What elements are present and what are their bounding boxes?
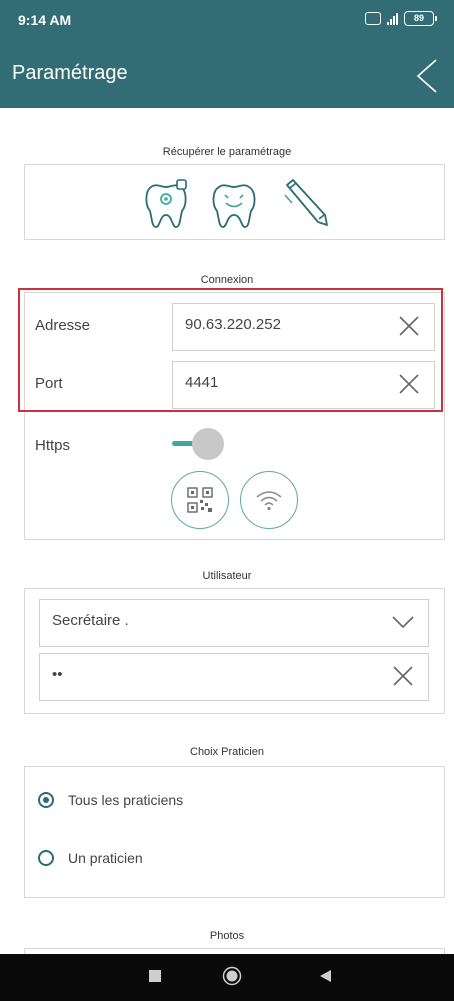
user-select-value: Secrétaire .: [52, 612, 129, 629]
https-label: Https: [35, 437, 71, 454]
section-title-photos: Photos: [209, 930, 245, 942]
tooth-smile-icon[interactable]: [209, 179, 259, 229]
back-chevron-icon[interactable]: [414, 58, 440, 94]
section-title-utilisateur: Utilisateur: [202, 570, 252, 582]
back-nav-icon[interactable]: [318, 969, 332, 983]
radio-label-un: Un praticien: [68, 850, 143, 866]
status-icons: 89: [365, 11, 437, 26]
tooth-scan-icon[interactable]: [143, 179, 189, 229]
recents-icon[interactable]: [148, 969, 162, 983]
chevron-down-icon: [392, 616, 414, 629]
connexion-highlight: [18, 288, 443, 412]
app-bar: Paramétrage: [0, 40, 454, 108]
volte-icon: [365, 12, 381, 25]
status-time: 9:14 AM: [18, 12, 72, 28]
utilisateur-card: Secrétaire . ••: [24, 588, 445, 714]
https-toggle[interactable]: [172, 426, 228, 462]
status-bar: 9:14 AM 89: [0, 0, 454, 40]
section-title-praticien: Choix Praticien: [190, 746, 264, 758]
qr-code-button[interactable]: [171, 471, 229, 529]
qr-code-icon: [187, 487, 213, 513]
radio-unchecked-icon[interactable]: [38, 850, 54, 866]
battery-icon: 89: [404, 11, 437, 26]
page-title: Paramétrage: [12, 62, 128, 84]
radio-option-tous[interactable]: Tous les praticiens: [38, 792, 183, 808]
wifi-button[interactable]: [240, 471, 298, 529]
password-value: ••: [52, 666, 63, 683]
section-title-connexion: Connexion: [200, 274, 254, 286]
section-title-recuperer: Récupérer le paramétrage: [162, 146, 292, 158]
password-input[interactable]: ••: [39, 653, 429, 701]
radio-option-un[interactable]: Un praticien: [38, 850, 143, 866]
praticien-card: [24, 766, 445, 898]
wifi-icon: [256, 491, 282, 511]
signal-icon: [387, 12, 398, 25]
home-icon[interactable]: [222, 966, 242, 986]
radio-checked-icon[interactable]: [38, 792, 54, 808]
user-select[interactable]: Secrétaire .: [39, 599, 429, 647]
recuperer-card: [24, 164, 445, 240]
toggle-knob: [192, 428, 224, 460]
close-icon[interactable]: [392, 665, 414, 687]
pen-icon[interactable]: [281, 177, 331, 229]
radio-label-tous: Tous les praticiens: [68, 792, 184, 808]
system-nav-bar: [0, 954, 454, 1001]
